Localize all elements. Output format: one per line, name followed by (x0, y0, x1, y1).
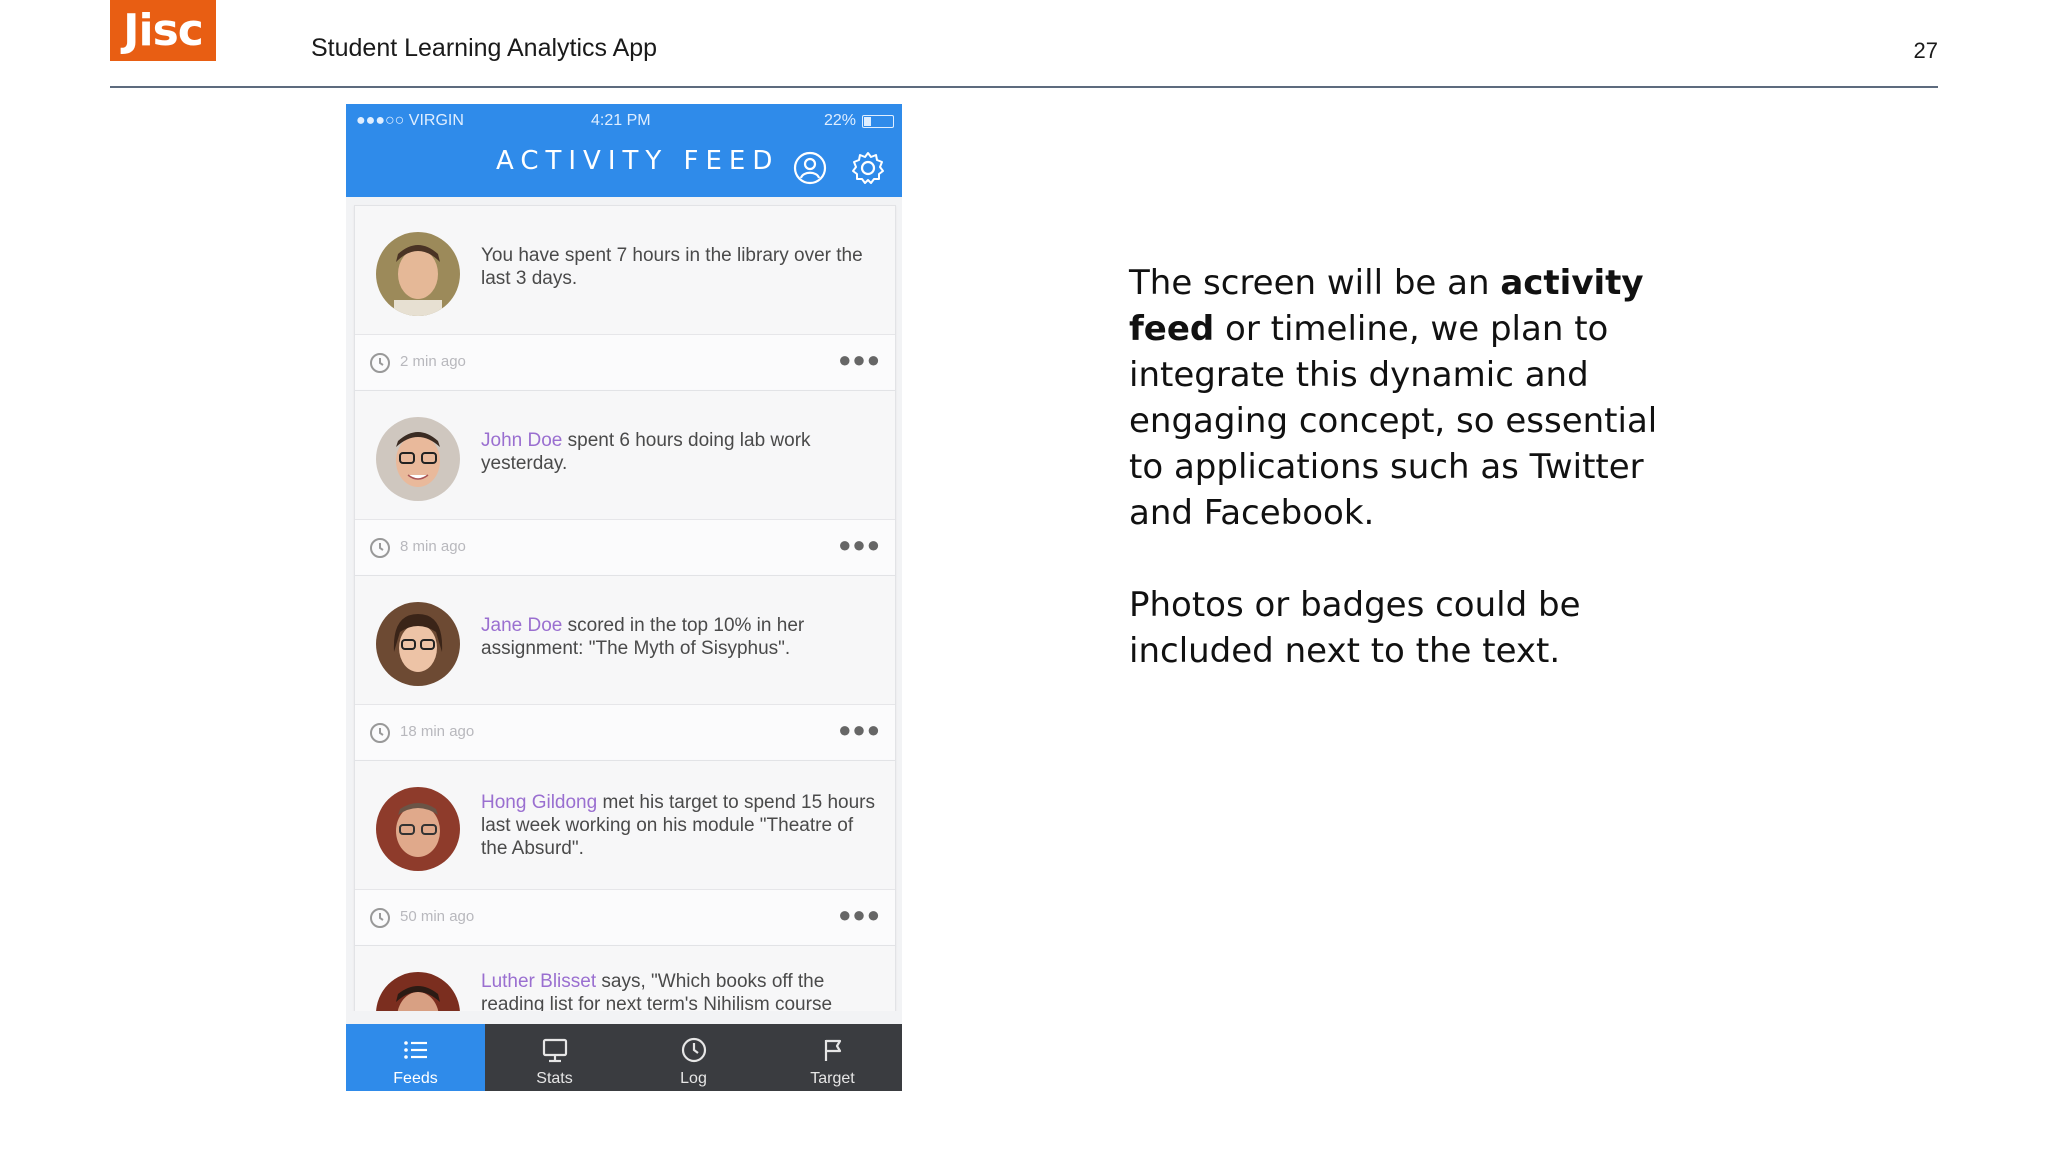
feed-user-name[interactable]: Jane Doe (481, 615, 562, 636)
feed-user-name[interactable]: Luther Blisset (481, 971, 596, 992)
list-icon (403, 1041, 427, 1059)
feed-user-name[interactable]: John Doe (481, 430, 562, 451)
description-paragraph: The screen will be an activity feed or t… (1129, 260, 1689, 536)
monitor-icon (542, 1038, 567, 1063)
avatar (376, 602, 460, 686)
battery-percent: 22% (823, 112, 856, 129)
status-bar: ●●●○○ VIRGIN 4:21 PM 22% (346, 108, 902, 134)
feed-card[interactable]: Jane Doe scored in the top 10% in her as… (354, 575, 896, 761)
slide-title: Student Learning Analytics App (311, 34, 658, 62)
feed-timestamp: 2 min ago (400, 353, 466, 370)
clock-icon (370, 908, 390, 928)
feed-timestamp: 18 min ago (400, 723, 475, 740)
tab-label: Feeds (393, 1070, 438, 1087)
clock-icon (370, 353, 390, 373)
page-number: 27 (1913, 38, 1938, 63)
tab-feeds[interactable]: Feeds (346, 1024, 485, 1091)
status-time: 4:21 PM (591, 112, 651, 129)
feed-user-name[interactable]: Hong Gildong (481, 792, 597, 813)
clock-icon (681, 1037, 706, 1063)
more-options-icon[interactable]: ●●● (838, 717, 881, 743)
more-options-icon[interactable]: ●●● (838, 347, 881, 373)
clock-icon (370, 538, 390, 558)
feed-card[interactable]: Hong Gildong met his target to spend 15 … (354, 760, 896, 946)
tab-label: Target (810, 1070, 855, 1087)
feed-message: Luther Blisset says, "Which books off th… (481, 970, 881, 1011)
avatar (376, 787, 460, 871)
description: The screen will be an activity feed or t… (1129, 260, 1689, 720)
feed-message: Jane Doe scored in the top 10% in her as… (481, 614, 881, 660)
carrier-label: ●●●○○ VIRGIN (356, 112, 464, 129)
more-options-icon[interactable]: ●●● (838, 902, 881, 928)
battery-icon (862, 114, 894, 128)
phone-mockup: ●●●○○ VIRGIN 4:21 PM 22% ACTIVITY FEED Y… (346, 104, 902, 1091)
gear-icon[interactable] (850, 150, 886, 186)
header-divider (110, 86, 1938, 88)
description-paragraph: Photos or badges could be included next … (1129, 585, 1581, 671)
clock-icon (370, 723, 390, 743)
tab-bar: Feeds Stats Log Target (346, 1024, 902, 1091)
app-header: ●●●○○ VIRGIN 4:21 PM 22% ACTIVITY FEED (346, 104, 902, 197)
avatar (376, 972, 460, 1011)
screen-title: ACTIVITY FEED (496, 146, 780, 176)
battery-indicator: 22% (824, 112, 894, 130)
tab-target[interactable]: Target (763, 1024, 902, 1091)
feed-message: Hong Gildong met his target to spend 15 … (481, 791, 881, 860)
feed-message: John Doe spent 6 hours doing lab work ye… (481, 429, 881, 475)
avatar (376, 232, 460, 316)
feed-card[interactable]: John Doe spent 6 hours doing lab work ye… (354, 390, 896, 576)
avatar (376, 417, 460, 501)
jisc-logo: Jisc (110, 0, 216, 61)
tab-label: Stats (536, 1070, 573, 1087)
more-options-icon[interactable]: ●●● (838, 532, 881, 558)
tab-log[interactable]: Log (624, 1024, 763, 1091)
activity-feed: You have spent 7 hours in the library ov… (346, 197, 902, 1011)
feed-card[interactable]: Luther Blisset says, "Which books off th… (354, 945, 896, 1011)
feed-timestamp: 8 min ago (400, 538, 466, 555)
flag-icon (824, 1039, 841, 1061)
feed-text: You have spent 7 hours in the library ov… (481, 245, 863, 289)
profile-icon[interactable] (792, 150, 828, 186)
description-text: The screen will be an (1129, 263, 1501, 303)
feed-card[interactable]: You have spent 7 hours in the library ov… (354, 205, 896, 391)
tab-stats[interactable]: Stats (485, 1024, 624, 1091)
feed-timestamp: 50 min ago (400, 908, 475, 925)
feed-message: You have spent 7 hours in the library ov… (481, 244, 881, 290)
tab-label: Log (680, 1070, 707, 1087)
